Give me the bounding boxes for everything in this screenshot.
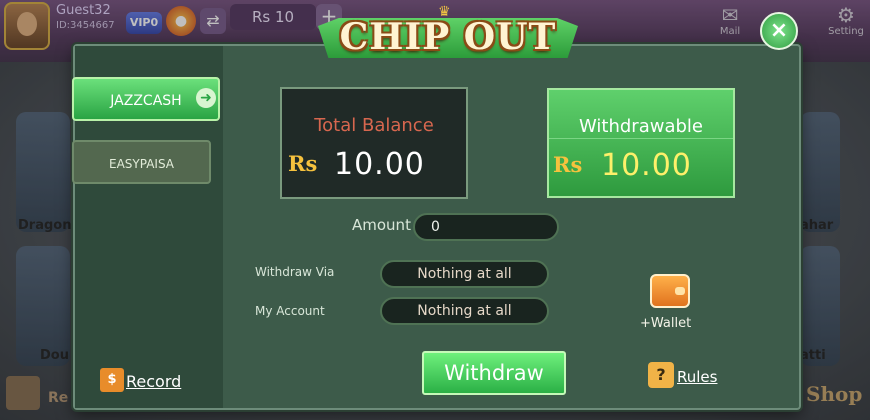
dialog-title: CHIP OUT [339, 16, 557, 58]
dialog-title-banner: ♛ CHIP OUT [318, 4, 578, 62]
tab-easypaisa[interactable]: EASYPAISA [72, 140, 211, 184]
close-icon: × [769, 18, 789, 43]
record-icon: $ [100, 368, 124, 392]
my-account-label: My Account [255, 304, 325, 318]
amount-label: Amount [352, 216, 411, 234]
withdrawable-panel: Withdrawable Rs 10.00 [547, 88, 735, 198]
total-balance-label: Total Balance [314, 115, 434, 136]
close-button[interactable]: × [760, 12, 798, 50]
arrow-icon: ➜ [196, 88, 216, 108]
wallet-icon[interactable] [650, 274, 690, 308]
withdrawable-label: Withdrawable [579, 116, 703, 137]
withdraw-via-field[interactable]: Nothing at all [380, 260, 549, 288]
withdraw-via-label: Withdraw Via [255, 265, 335, 279]
total-currency: Rs [288, 151, 318, 176]
total-balance-amount: 10.00 [334, 147, 425, 182]
add-wallet-link[interactable]: +Wallet [640, 316, 691, 331]
withdrawable-divider [549, 138, 733, 139]
amount-input[interactable]: 0 [413, 213, 559, 241]
withdrawable-amount: 10.00 [601, 148, 692, 183]
rules-icon: ? [648, 362, 674, 388]
rules-label: Rules [677, 368, 718, 386]
withdraw-button[interactable]: Withdraw [422, 351, 566, 395]
my-account-field[interactable]: Nothing at all [380, 297, 549, 325]
record-label: Record [126, 372, 182, 391]
total-balance-panel: Total Balance Rs 10.00 [280, 87, 468, 199]
withdrawable-currency: Rs [553, 152, 583, 177]
